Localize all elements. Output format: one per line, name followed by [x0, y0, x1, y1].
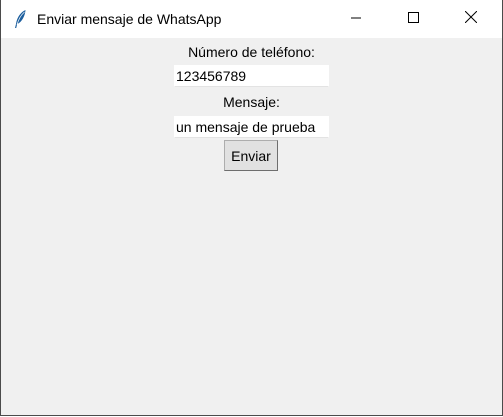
close-icon	[464, 10, 478, 28]
maximize-icon	[407, 10, 419, 28]
send-button[interactable]: Enviar	[224, 140, 278, 171]
title-bar: Enviar mensaje de WhatsApp	[1, 0, 502, 38]
form-area: Número de teléfono: Mensaje: Enviar	[1, 38, 502, 415]
message-input[interactable]	[174, 116, 329, 138]
maximize-button[interactable]	[384, 0, 442, 38]
feather-icon	[12, 9, 28, 29]
phone-label: Número de teléfono:	[188, 44, 315, 60]
app-window: Enviar mensaje de WhatsApp Número de tel…	[0, 0, 503, 416]
minimize-button[interactable]	[327, 0, 385, 38]
minimize-icon	[351, 10, 361, 28]
window-title: Enviar mensaje de WhatsApp	[37, 11, 222, 27]
phone-input[interactable]	[174, 65, 329, 87]
close-button[interactable]	[442, 0, 500, 38]
message-label: Mensaje:	[223, 94, 280, 110]
